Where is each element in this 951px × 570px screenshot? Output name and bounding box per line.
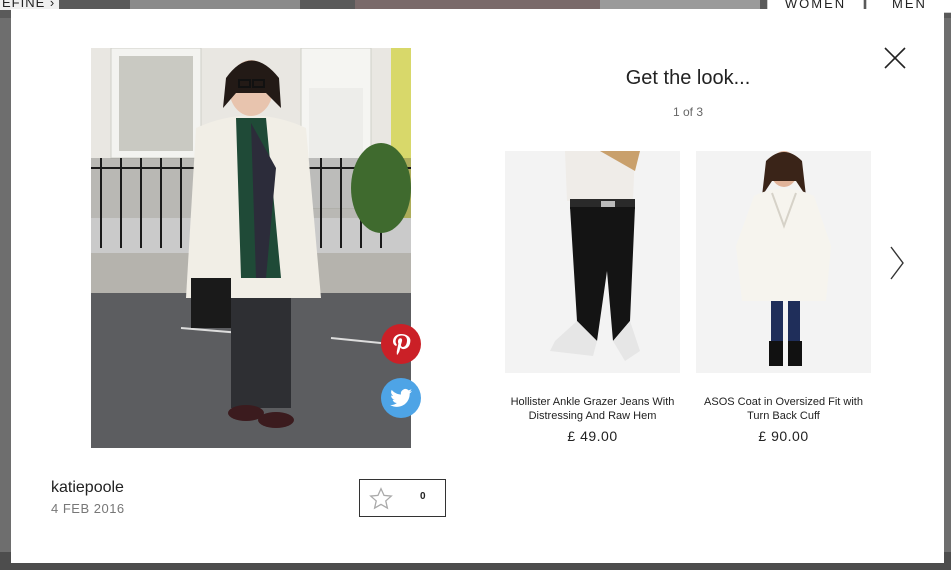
look-photo-image <box>91 48 411 448</box>
look-photo[interactable] <box>91 48 411 448</box>
product-card[interactable]: Hollister Ankle Grazer Jeans With Distre… <box>505 151 680 444</box>
get-the-look-title: Get the look... <box>625 67 751 89</box>
post-date: 4 FEB 2016 <box>51 501 125 516</box>
pinterest-icon <box>393 334 411 355</box>
jeans-image <box>505 151 680 373</box>
pinterest-share-button[interactable] <box>381 324 421 364</box>
get-the-look-modal: katiepoole 4 FEB 2016 0 Get the look... … <box>11 9 944 563</box>
user-name[interactable]: katiepoole <box>51 479 124 497</box>
twitter-icon <box>390 389 412 407</box>
coat-image <box>696 151 871 373</box>
product-card[interactable]: ASOS Coat in Oversized Fit with Turn Bac… <box>696 151 871 444</box>
twitter-share-button[interactable] <box>381 378 421 418</box>
product-image[interactable] <box>696 151 871 373</box>
chevron-right-icon[interactable] <box>887 243 907 283</box>
like-button[interactable]: 0 <box>359 479 446 517</box>
close-icon[interactable] <box>883 46 907 70</box>
product-name[interactable]: Hollister Ankle Grazer Jeans With Distre… <box>505 395 680 423</box>
product-price: £ 90.00 <box>758 428 809 444</box>
product-image[interactable] <box>505 151 680 373</box>
like-count: 0 <box>420 491 426 502</box>
pager: 1 of 3 <box>672 105 704 119</box>
star-icon <box>369 487 393 510</box>
product-price: £ 49.00 <box>567 428 618 444</box>
product-name[interactable]: ASOS Coat in Oversized Fit with Turn Bac… <box>696 395 871 423</box>
